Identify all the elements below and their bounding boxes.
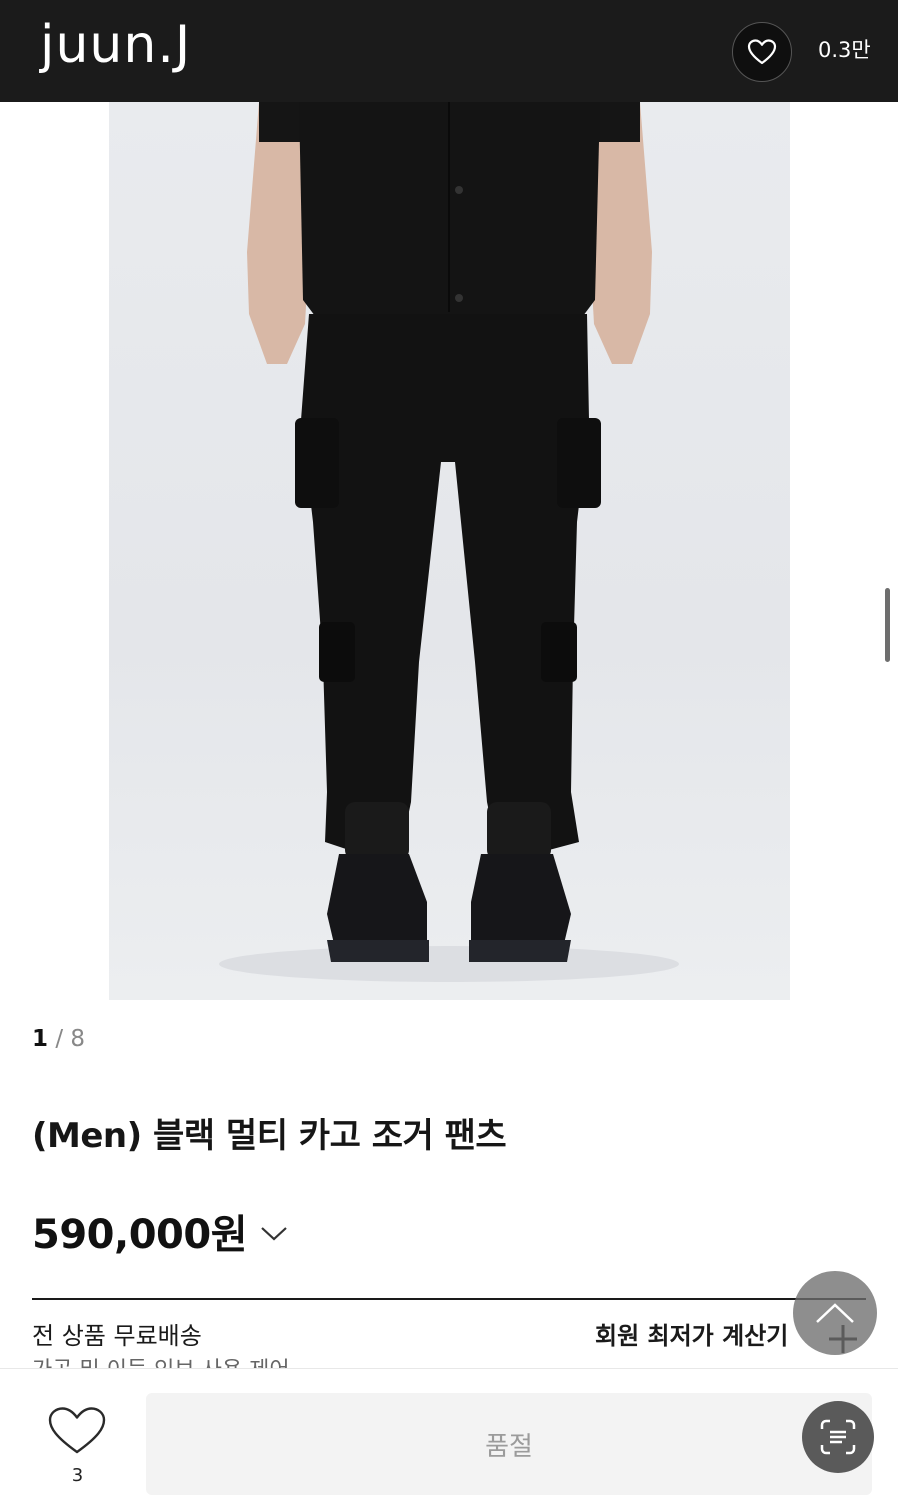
heart-outline-icon bbox=[48, 1407, 106, 1454]
scan-icon bbox=[820, 1419, 856, 1455]
product-image[interactable] bbox=[109, 102, 790, 1000]
scan-button[interactable] bbox=[802, 1401, 874, 1473]
product-title: (Men) 블랙 멀티 카고 조거 팬츠 bbox=[32, 1116, 507, 1156]
product-photo bbox=[219, 102, 679, 982]
chevron-down-icon[interactable] bbox=[259, 1224, 289, 1246]
truncated-info-text: 가공 및 이득 인보 사용 제어 bbox=[32, 1356, 332, 1369]
sold-out-label: 품절 bbox=[485, 1431, 533, 1462]
wishlist-button[interactable] bbox=[732, 22, 792, 82]
member-price-calculator[interactable]: 회원 최저가 계산기 bbox=[595, 1316, 788, 1351]
scroll-to-top-button[interactable] bbox=[793, 1271, 877, 1355]
scrollbar-thumb[interactable] bbox=[885, 588, 890, 662]
section-divider bbox=[32, 1298, 866, 1300]
sold-out-button[interactable]: 품절 bbox=[146, 1393, 872, 1495]
free-shipping-text: 전 상품 무료배송 bbox=[32, 1322, 202, 1350]
pager-total: 8 bbox=[70, 1026, 86, 1052]
like-count: 3 bbox=[71, 1465, 84, 1486]
image-pager: 1 / 8 bbox=[32, 1026, 85, 1052]
product-price: 590,000원 bbox=[32, 1212, 248, 1258]
top-header: juun.J 0.3만 bbox=[0, 0, 898, 102]
like-button[interactable] bbox=[46, 1405, 108, 1461]
chevron-up-icon bbox=[816, 1303, 854, 1323]
price-row[interactable]: 590,000원 bbox=[32, 1202, 289, 1260]
pager-current: 1 bbox=[32, 1026, 49, 1052]
bottom-action-bar: 3 품절 bbox=[0, 1368, 898, 1500]
brand-logo[interactable]: juun.J bbox=[40, 14, 191, 76]
wishlist-count: 0.3만 bbox=[818, 38, 871, 62]
pager-separator: / bbox=[48, 1026, 71, 1052]
truncated-info-label: 가공 및 이득 인보 사용 제어 bbox=[32, 1360, 332, 1369]
heart-icon bbox=[747, 39, 777, 65]
